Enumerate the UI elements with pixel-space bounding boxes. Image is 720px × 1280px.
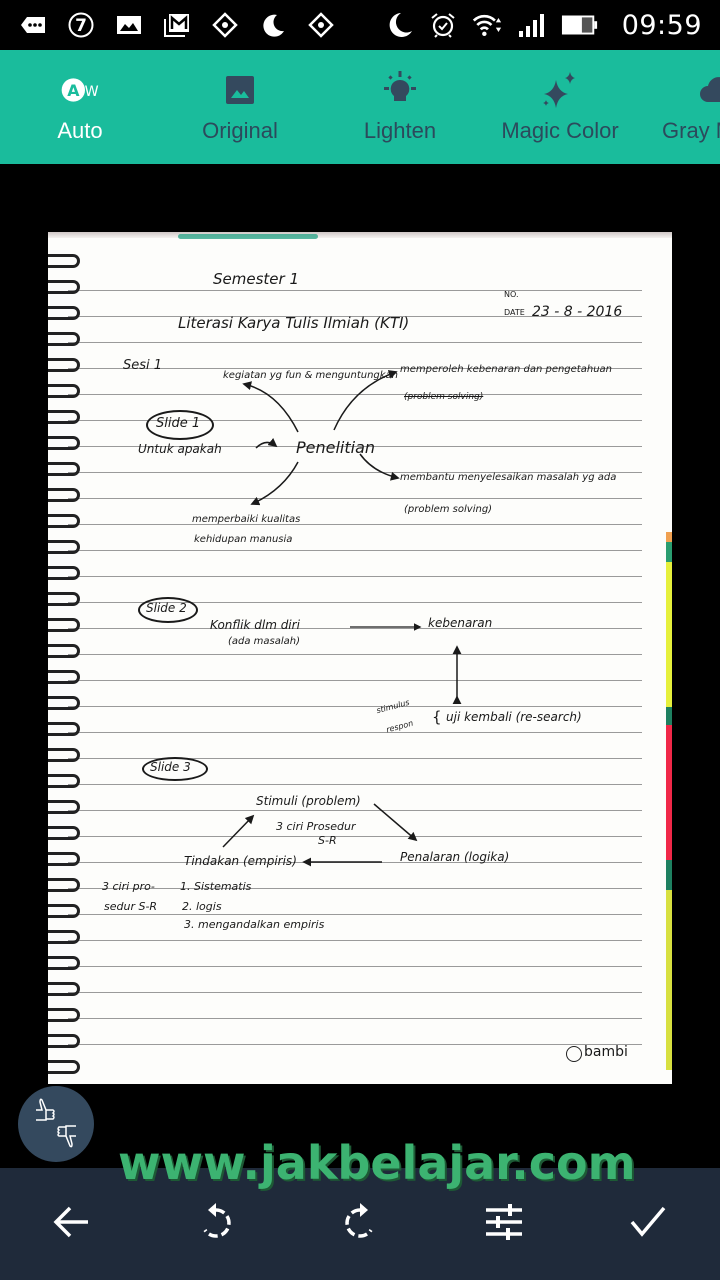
arrow-back-icon xyxy=(52,1202,92,1247)
scanned-document[interactable]: Semester 1 NO. DATE 23 - 8 - 2016 Litera… xyxy=(48,232,672,1084)
svg-text:7: 7 xyxy=(75,16,87,36)
check-icon xyxy=(628,1202,668,1247)
rotate-right-button[interactable] xyxy=(332,1196,388,1252)
arrow xyxy=(242,381,299,433)
filter-magic-color[interactable]: Magic Color xyxy=(490,50,630,164)
filter-label: Auto xyxy=(57,118,103,143)
rotate-right-icon xyxy=(340,1202,380,1247)
gallery-icon xyxy=(114,10,144,40)
tune-icon xyxy=(484,1202,524,1247)
diagram-arrows xyxy=(222,370,462,867)
battery-icon xyxy=(560,10,600,40)
arrow xyxy=(222,814,255,848)
lightbulb-icon xyxy=(380,70,420,110)
filter-label: Lighten xyxy=(363,118,437,143)
rotate-left-button[interactable] xyxy=(188,1196,244,1252)
status-right-icons: 09:59 xyxy=(384,10,702,41)
confirm-button[interactable] xyxy=(620,1196,676,1252)
wifi-icon xyxy=(472,10,502,40)
back-button[interactable] xyxy=(44,1196,100,1252)
filter-label: Magic Color xyxy=(501,118,619,143)
clock: 09:59 xyxy=(621,9,702,41)
watermark: www.jakbelajar.com xyxy=(118,1136,636,1190)
filter-bar: AW Auto Original Lighten Magic Color Gra… xyxy=(0,50,720,164)
diamond-app-icon xyxy=(306,10,336,40)
filter-label: Gray Mode xyxy=(662,118,720,143)
arrow xyxy=(333,370,398,431)
bambi-logo-icon xyxy=(566,1046,582,1062)
sparkle-icon xyxy=(540,70,580,110)
auto-wb-icon: AW xyxy=(60,70,100,110)
feedback-button[interactable] xyxy=(18,1086,94,1162)
svg-text:A: A xyxy=(67,81,80,100)
signal-icon xyxy=(516,10,546,40)
notification-7-icon: 7 xyxy=(66,10,96,40)
gmail-icon xyxy=(162,10,192,40)
chat-more-icon xyxy=(18,10,48,40)
status-bar: 7 09:59 xyxy=(0,0,720,50)
filter-gray-mode[interactable]: Gray Mode xyxy=(662,50,720,164)
rotate-left-icon xyxy=(196,1202,236,1247)
brand-name: bambi xyxy=(584,1044,628,1060)
thumbs-up-down-icon xyxy=(28,1094,84,1155)
alarm-icon xyxy=(428,10,458,40)
cloud-icon xyxy=(698,70,720,110)
status-left-icons: 7 xyxy=(18,10,336,40)
svg-text:W: W xyxy=(85,84,99,100)
arrow xyxy=(250,461,299,506)
filter-auto[interactable]: AW Auto xyxy=(30,50,130,164)
filter-lighten[interactable]: Lighten xyxy=(340,50,460,164)
image-icon xyxy=(220,70,260,110)
arrow xyxy=(373,803,418,842)
night-mode-icon xyxy=(384,10,414,40)
diamond-app-icon xyxy=(210,10,240,40)
night-mode-icon xyxy=(258,10,288,40)
filter-label: Original xyxy=(202,118,278,143)
arrow xyxy=(255,437,278,449)
adjust-button[interactable] xyxy=(476,1196,532,1252)
arrow xyxy=(359,453,400,481)
filter-original[interactable]: Original xyxy=(180,50,300,164)
image-preview-canvas: Semester 1 NO. DATE 23 - 8 - 2016 Litera… xyxy=(0,164,720,1168)
